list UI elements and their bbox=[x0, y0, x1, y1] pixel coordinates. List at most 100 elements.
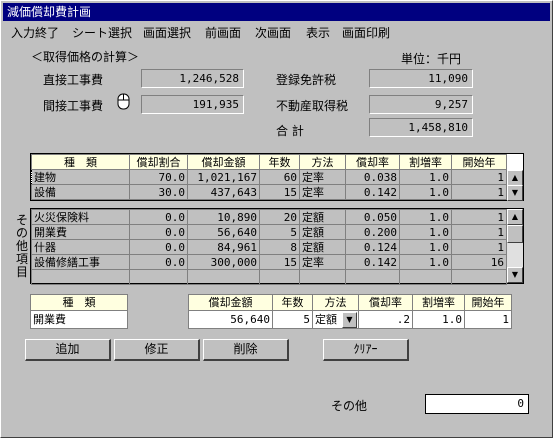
table-cell[interactable] bbox=[345, 269, 400, 285]
table-cell[interactable]: 10,890 bbox=[187, 209, 260, 225]
table-cell[interactable]: 60 bbox=[259, 169, 300, 185]
table2-scrollbar[interactable]: ▲ ▼ bbox=[506, 209, 523, 283]
edit-kind-field[interactable]: 開業費 bbox=[30, 310, 128, 329]
table-cell[interactable]: 70.0 bbox=[129, 169, 188, 185]
table-cell[interactable]: 定額 bbox=[299, 224, 346, 240]
table-cell[interactable]: 16 bbox=[451, 254, 507, 270]
scroll-up-icon[interactable]: ▲ bbox=[507, 170, 523, 186]
re-tax-value: 9,257 bbox=[369, 95, 473, 114]
table-cell[interactable]: 1.0 bbox=[399, 239, 452, 255]
add-button[interactable]: 追加 bbox=[25, 339, 111, 361]
table-row[interactable]: 開業費 0.0 56,640 5 定額 0.200 1.0 1 bbox=[31, 224, 507, 240]
table-cell[interactable]: 定率 bbox=[299, 184, 346, 200]
table-cell[interactable]: 設備修繕工事 bbox=[31, 254, 130, 270]
unit-label: 単位：千円 bbox=[401, 52, 462, 66]
table-cell[interactable]: 0.0 bbox=[129, 254, 188, 270]
table-cell[interactable]: 8 bbox=[259, 239, 300, 255]
table-cell[interactable] bbox=[31, 269, 130, 285]
table-cell[interactable]: 開業費 bbox=[31, 224, 130, 240]
table-cell[interactable]: 火災保険料 bbox=[31, 209, 130, 225]
table-cell[interactable]: 1 bbox=[451, 239, 507, 255]
dropdown-arrow-icon[interactable]: ▼ bbox=[342, 311, 357, 328]
delete-button[interactable]: 削除 bbox=[203, 339, 289, 361]
edit-start-header: 開始年 bbox=[464, 294, 512, 311]
table-cell[interactable]: 5 bbox=[259, 224, 300, 240]
table-cell[interactable]: 56,640 bbox=[187, 224, 260, 240]
scroll-down-icon[interactable]: ▼ bbox=[507, 267, 523, 283]
table-cell[interactable]: 437,643 bbox=[187, 184, 260, 200]
table-cell[interactable]: 1,021,167 bbox=[187, 169, 260, 185]
other-value-field[interactable]: 0 bbox=[425, 394, 529, 414]
table-cell[interactable]: 定額 bbox=[299, 239, 346, 255]
table-cell[interactable]: 1 bbox=[451, 224, 507, 240]
menu-next-screen[interactable]: 次画面 bbox=[255, 24, 291, 41]
table-cell[interactable]: 定率 bbox=[299, 254, 346, 270]
edit-rate-field[interactable]: .2 bbox=[358, 310, 413, 329]
menu-sheet-select[interactable]: シート選択 bbox=[72, 24, 132, 41]
table-cell[interactable] bbox=[129, 269, 188, 285]
table-cell[interactable]: 30.0 bbox=[129, 184, 188, 200]
table-cell[interactable]: 1 bbox=[451, 209, 507, 225]
table-cell[interactable]: 0.142 bbox=[345, 184, 400, 200]
scroll-down-icon[interactable]: ▼ bbox=[507, 185, 523, 201]
edit-premium-field[interactable]: 1.0 bbox=[412, 310, 465, 329]
edit-premium-header: 割増率 bbox=[412, 294, 465, 311]
menu-screen-print[interactable]: 画面印刷 bbox=[342, 24, 390, 41]
edit-amount-field[interactable]: 56,640 bbox=[188, 310, 273, 329]
table-row[interactable]: 設備 30.0 437,643 15 定率 0.142 1.0 1 bbox=[31, 184, 507, 200]
table-cell[interactable]: 1.0 bbox=[399, 169, 452, 185]
table-row[interactable]: 什器 0.0 84,961 8 定額 0.124 1.0 1 bbox=[31, 239, 507, 255]
edit-start-field[interactable]: 1 bbox=[464, 310, 512, 329]
table-cell[interactable]: 設備 bbox=[31, 184, 130, 200]
table-cell[interactable]: 0.124 bbox=[345, 239, 400, 255]
table-cell[interactable]: 1 bbox=[451, 169, 507, 185]
table-cell[interactable]: 15 bbox=[259, 184, 300, 200]
menu-screen-select[interactable]: 画面選択 bbox=[143, 24, 191, 41]
edit-values-grid: 償却金額 年数 方法 償却率 割増率 開始年 56,640 5 定額 ▼ .2 1… bbox=[188, 294, 512, 329]
table-cell[interactable] bbox=[259, 269, 300, 285]
table-row[interactable]: 設備修繕工事 0.0 300,000 15 定率 0.142 1.0 16 bbox=[31, 254, 507, 270]
scroll-thumb[interactable] bbox=[507, 225, 523, 243]
table-cell[interactable] bbox=[187, 269, 260, 285]
table-cell[interactable]: 20 bbox=[259, 209, 300, 225]
table-cell[interactable]: 什器 bbox=[31, 239, 130, 255]
menu-input-end[interactable]: 入力終了 bbox=[11, 24, 59, 41]
table-cell[interactable]: 0.142 bbox=[345, 254, 400, 270]
scroll-up-icon[interactable]: ▲ bbox=[507, 209, 523, 225]
table-cell[interactable]: 0.0 bbox=[129, 224, 188, 240]
modify-button[interactable]: 修正 bbox=[114, 339, 200, 361]
total-label: 合 計 bbox=[276, 124, 304, 138]
table-cell[interactable]: 定率 bbox=[299, 169, 346, 185]
edit-method-value: 定額 bbox=[315, 313, 337, 326]
table-cell[interactable] bbox=[451, 269, 507, 285]
clear-button[interactable]: ｸﾘｱｰ bbox=[323, 339, 409, 361]
edit-method-select[interactable]: 定額 ▼ bbox=[312, 310, 359, 329]
table-cell[interactable]: 0.200 bbox=[345, 224, 400, 240]
section-title: ＜取得価格の計算＞ bbox=[31, 50, 140, 64]
table-cell[interactable]: 15 bbox=[259, 254, 300, 270]
edit-amount-header: 償却金額 bbox=[188, 294, 273, 311]
table-cell[interactable]: 1.0 bbox=[399, 254, 452, 270]
table-cell[interactable]: 1.0 bbox=[399, 224, 452, 240]
table-cell[interactable]: 84,961 bbox=[187, 239, 260, 255]
table-row[interactable] bbox=[31, 269, 507, 285]
menu-display[interactable]: 表示 bbox=[306, 24, 330, 41]
table-cell[interactable]: 1 bbox=[451, 184, 507, 200]
table-cell[interactable]: 0.0 bbox=[129, 209, 188, 225]
table-cell[interactable]: 300,000 bbox=[187, 254, 260, 270]
table-cell[interactable]: 定額 bbox=[299, 209, 346, 225]
edit-years-field[interactable]: 5 bbox=[272, 310, 313, 329]
table-row[interactable]: 建物 70.0 1,021,167 60 定率 0.038 1.0 1 bbox=[31, 169, 507, 185]
menu-prev-screen[interactable]: 前画面 bbox=[205, 24, 241, 41]
table-cell[interactable]: 0.050 bbox=[345, 209, 400, 225]
table-cell[interactable] bbox=[299, 269, 346, 285]
other-items-table: 火災保険料 0.0 10,890 20 定額 0.050 1.0 1 開業費 0… bbox=[30, 208, 524, 285]
table-cell[interactable] bbox=[399, 269, 452, 285]
table-cell[interactable]: 建物 bbox=[31, 169, 130, 185]
table-cell[interactable]: 1.0 bbox=[399, 209, 452, 225]
table-cell[interactable]: 1.0 bbox=[399, 184, 452, 200]
table-row[interactable]: 火災保険料 0.0 10,890 20 定額 0.050 1.0 1 bbox=[31, 209, 507, 225]
table-cell[interactable]: 0.0 bbox=[129, 239, 188, 255]
table-cell[interactable]: 0.038 bbox=[345, 169, 400, 185]
table1-scrollbar[interactable]: ▲ ▼ bbox=[506, 170, 523, 201]
